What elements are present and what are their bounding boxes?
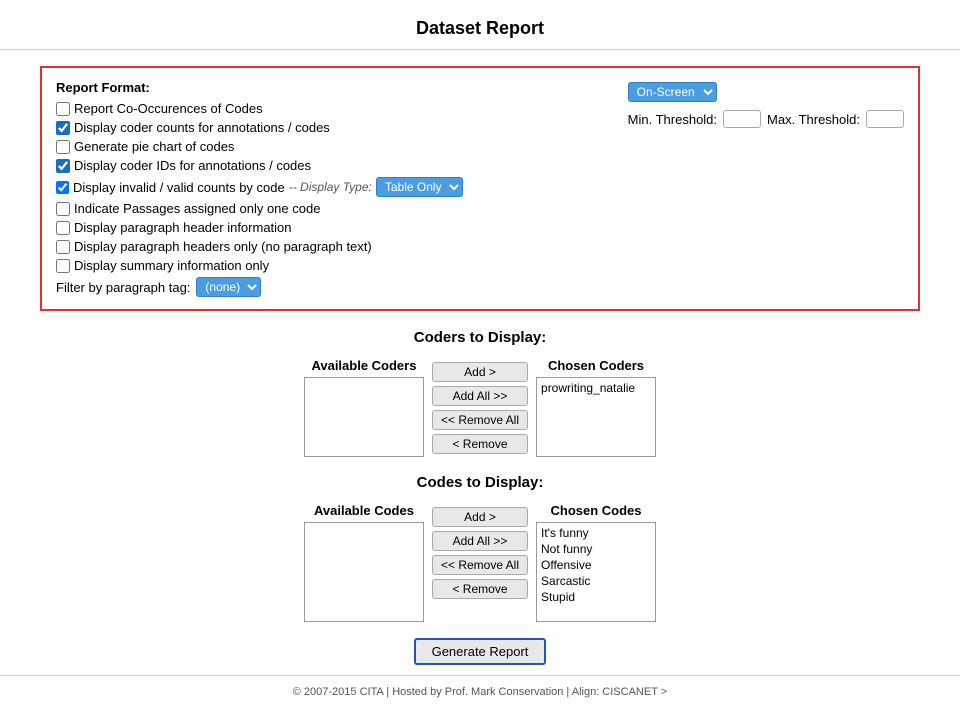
coders-transfer-section: Available Coders Add > Add All >> << Rem… (40, 358, 920, 458)
chosen-codes-label: Chosen Codes (551, 503, 642, 518)
page-title: Dataset Report (0, 0, 960, 50)
codes-section: Codes to Display: Available Codes Add > … (40, 474, 920, 665)
chosen-code-item-4: Sarcastic (539, 573, 653, 589)
filter-row: Filter by paragraph tag: (none) (56, 277, 628, 297)
display-summary-checkbox[interactable] (56, 259, 70, 273)
report-co-occurences-checkbox[interactable] (56, 102, 70, 116)
generate-report-button[interactable]: Generate Report (414, 638, 547, 665)
report-format-box: Report Format: Report Co-Occurences of C… (40, 66, 920, 311)
available-coders-col: Available Coders (304, 358, 424, 457)
available-codes-list[interactable] (304, 522, 424, 622)
display-paragraph-headers-only-checkbox[interactable] (56, 240, 70, 254)
filter-select[interactable]: (none) (196, 277, 261, 297)
report-format-label: Report Format: (56, 80, 628, 95)
available-codes-label: Available Codes (314, 503, 414, 518)
display-invalid-row: Display invalid / valid counts by code -… (56, 177, 628, 197)
report-format-right: On-Screen Min. Threshold: Max. Threshold… (628, 80, 904, 128)
coders-remove-all-button[interactable]: << Remove All (432, 410, 528, 430)
generate-pie-chart-checkbox[interactable] (56, 140, 70, 154)
min-threshold-input[interactable] (723, 110, 761, 128)
available-codes-col: Available Codes (304, 503, 424, 622)
display-coder-ids-checkbox[interactable] (56, 159, 70, 173)
chosen-coders-label: Chosen Coders (548, 358, 644, 373)
coders-transfer-buttons: Add > Add All >> << Remove All < Remove (424, 358, 536, 458)
checkbox-row-8: Display paragraph headers only (no parag… (56, 239, 628, 254)
chosen-coders-col: Chosen Coders prowriting_natalie (536, 358, 656, 457)
chosen-code-item-5: Stupid (539, 589, 653, 605)
display-summary-label: Display summary information only (74, 258, 269, 273)
codes-transfer-section: Available Codes Add > Add All >> << Remo… (40, 503, 920, 622)
codes-remove-all-button[interactable]: << Remove All (432, 555, 528, 575)
threshold-row: Min. Threshold: Max. Threshold: (628, 110, 904, 128)
chosen-code-item-3: Offensive (539, 557, 653, 573)
display-invalid-checkbox[interactable] (56, 181, 69, 194)
available-coders-list[interactable] (304, 377, 424, 457)
chosen-codes-col: Chosen Codes It's funny Not funny Offens… (536, 503, 656, 622)
indicate-passages-checkbox[interactable] (56, 202, 70, 216)
available-coders-label: Available Coders (311, 358, 416, 373)
codes-section-title: Codes to Display: (40, 474, 920, 491)
max-threshold-label: Max. Threshold: (767, 112, 860, 127)
report-co-occurences-label: Report Co-Occurences of Codes (74, 101, 263, 116)
checkbox-row-2: Display coder counts for annotations / c… (56, 120, 628, 135)
generate-pie-chart-label: Generate pie chart of codes (74, 139, 234, 154)
display-invalid-label: Display invalid / valid counts by code (73, 180, 285, 195)
checkbox-row-6: Indicate Passages assigned only one code (56, 201, 628, 216)
coders-add-button[interactable]: Add > (432, 362, 528, 382)
checkbox-row-1: Report Co-Occurences of Codes (56, 101, 628, 116)
checkbox-row-9: Display summary information only (56, 258, 628, 273)
chosen-coders-list[interactable]: prowriting_natalie (536, 377, 656, 457)
display-coder-counts-label: Display coder counts for annotations / c… (74, 120, 330, 135)
on-screen-row: On-Screen (628, 82, 717, 102)
coders-remove-button[interactable]: < Remove (432, 434, 528, 454)
display-coder-counts-checkbox[interactable] (56, 121, 70, 135)
coders-section-title: Coders to Display: (40, 329, 920, 346)
display-type-label: -- Display Type: (289, 180, 372, 194)
max-threshold-input[interactable] (866, 110, 904, 128)
checkbox-row-7: Display paragraph header information (56, 220, 628, 235)
display-type-select[interactable]: Table Only (376, 177, 463, 197)
chosen-coder-item: prowriting_natalie (539, 380, 653, 396)
chosen-code-item-1: It's funny (539, 525, 653, 541)
checkbox-row-4: Display coder IDs for annotations / code… (56, 158, 628, 173)
filter-label: Filter by paragraph tag: (56, 280, 190, 295)
codes-remove-button[interactable]: < Remove (432, 579, 528, 599)
display-paragraph-headers-only-label: Display paragraph headers only (no parag… (74, 239, 372, 254)
coders-add-all-button[interactable]: Add All >> (432, 386, 528, 406)
display-paragraph-header-label: Display paragraph header information (74, 220, 292, 235)
on-screen-select[interactable]: On-Screen (628, 82, 717, 102)
codes-add-all-button[interactable]: Add All >> (432, 531, 528, 551)
min-threshold-label: Min. Threshold: (628, 112, 717, 127)
display-paragraph-header-checkbox[interactable] (56, 221, 70, 235)
codes-transfer-buttons: Add > Add All >> << Remove All < Remove (424, 503, 536, 603)
footer: © 2007-2015 CITA | Hosted by Prof. Mark … (0, 675, 960, 704)
codes-add-button[interactable]: Add > (432, 507, 528, 527)
checkbox-row-3: Generate pie chart of codes (56, 139, 628, 154)
display-coder-ids-label: Display coder IDs for annotations / code… (74, 158, 311, 173)
chosen-code-item-2: Not funny (539, 541, 653, 557)
report-format-left: Report Format: Report Co-Occurences of C… (56, 80, 628, 297)
indicate-passages-label: Indicate Passages assigned only one code (74, 201, 320, 216)
chosen-codes-list[interactable]: It's funny Not funny Offensive Sarcastic… (536, 522, 656, 622)
